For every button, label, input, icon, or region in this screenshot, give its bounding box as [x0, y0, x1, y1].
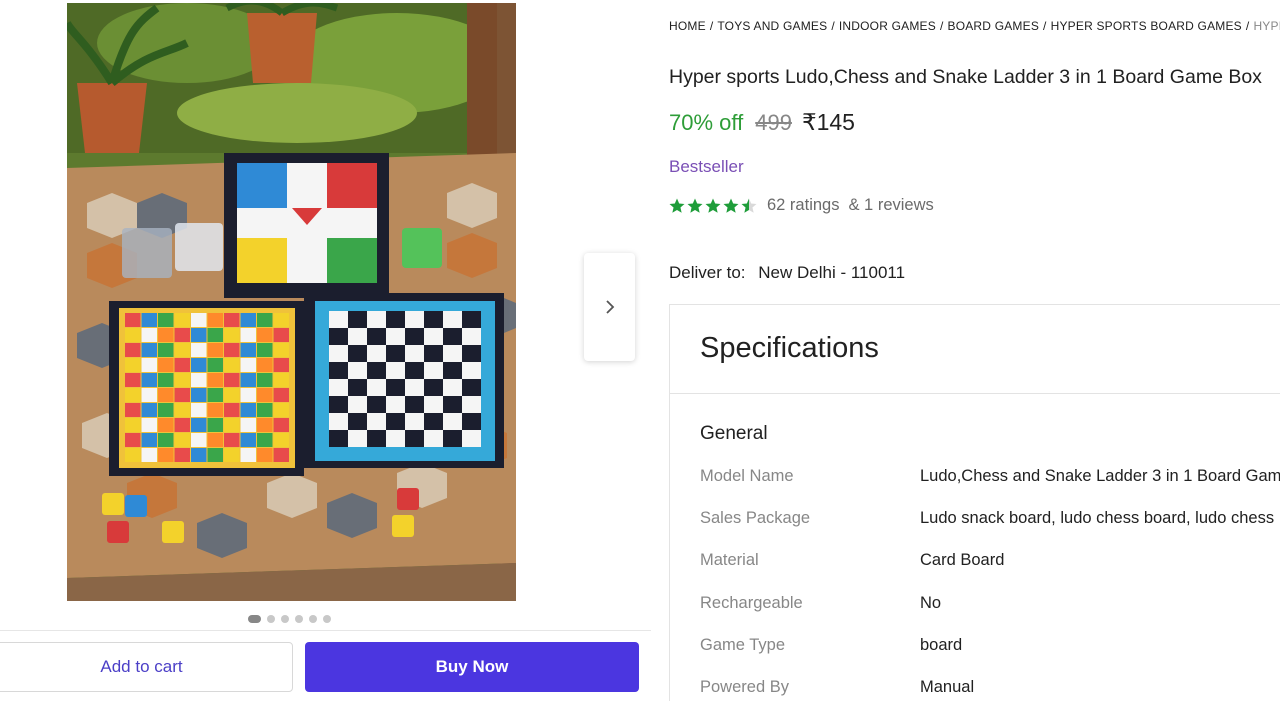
price-row: 70% off 499 ₹145 — [669, 109, 855, 136]
specifications-header: Specifications — [670, 305, 1280, 394]
spec-key: Rechargeable — [700, 594, 803, 612]
carousel-dot[interactable] — [323, 615, 331, 623]
spec-row: Powered By Manual — [700, 678, 1280, 701]
breadcrumb-item[interactable]: TOYS AND GAMES — [717, 19, 827, 33]
spec-value: Ludo snack board, ludo chess board, ludo… — [920, 509, 1275, 527]
selling-price: ₹145 — [801, 109, 855, 135]
star-icon — [705, 198, 721, 213]
specifications-title: Specifications — [700, 332, 879, 364]
carousel-dot[interactable] — [295, 615, 303, 623]
carousel-dot[interactable] — [248, 615, 261, 623]
spec-row: Model Name Ludo,Chess and Snake Ladder 3 … — [700, 467, 1280, 491]
star-icon — [687, 198, 703, 213]
rating-stars — [668, 197, 758, 215]
product-title: Hyper sports Ludo,Chess and Snake Ladder… — [669, 66, 1262, 88]
spec-row: Rechargeable No — [700, 594, 1280, 618]
discount-label: 70% off — [669, 110, 744, 135]
spec-value: No — [920, 594, 942, 612]
star-icon — [723, 198, 739, 213]
spec-value: board — [920, 636, 963, 654]
delivery-location[interactable]: Deliver to: New Delhi - 110011 — [669, 263, 905, 283]
reviews-count[interactable]: & 1 reviews — [848, 196, 933, 215]
spec-section-general: General — [700, 423, 768, 444]
breadcrumb-separator: / — [1043, 19, 1047, 33]
spec-value: Card Board — [920, 551, 1005, 569]
deliver-to-label: Deliver to: — [669, 263, 746, 282]
breadcrumb-separator: / — [709, 19, 714, 33]
ratings-count[interactable]: 62 ratings — [767, 196, 839, 215]
mrp-price: 499 — [755, 110, 792, 135]
spec-key: Game Type — [700, 636, 785, 654]
carousel-dots — [248, 615, 331, 623]
spec-key: Sales Package — [700, 509, 811, 527]
rating-row[interactable]: 62 ratings & 1 reviews — [668, 196, 934, 215]
breadcrumb-separator: / — [1245, 19, 1250, 33]
spec-key: Model Name — [700, 467, 794, 485]
breadcrumb-separator: / — [939, 19, 944, 33]
spec-value: Manual — [920, 678, 975, 696]
breadcrumb-separator: / — [831, 19, 835, 33]
carousel-dot[interactable] — [309, 615, 317, 623]
spec-row: Game Type board — [700, 636, 1280, 660]
spec-row: Sales Package Ludo snack board, ludo ches… — [700, 509, 1280, 533]
star-icon — [741, 198, 757, 213]
spec-key: Powered By — [700, 678, 789, 696]
product-image[interactable] — [67, 3, 516, 601]
product-photo — [67, 3, 516, 601]
spec-value: Ludo,Chess and Snake Ladder 3 in 1 Board… — [920, 467, 1280, 485]
breadcrumb: HOME / TOYS AND GAMES / INDOOR GAMES / BOARD G… — [669, 19, 1280, 33]
specifications-card: Specifications General Model Name Ludo,Ch… — [669, 304, 1280, 701]
chevron-right-icon — [605, 300, 614, 314]
spec-key: Material — [700, 551, 759, 569]
breadcrumb-item[interactable]: BOARD GAMES — [947, 19, 1039, 33]
spec-row: Material Card Board — [700, 551, 1280, 575]
breadcrumb-item[interactable]: HYPER — [1253, 19, 1280, 33]
breadcrumb-item[interactable]: HYPER SPORTS BOARD GAMES — [1051, 19, 1242, 33]
carousel-dot[interactable] — [281, 615, 289, 623]
breadcrumb-item[interactable]: HOME — [669, 19, 706, 33]
breadcrumb-item[interactable]: INDOOR GAMES — [839, 19, 936, 33]
star-icon — [669, 198, 685, 213]
carousel-dot[interactable] — [267, 615, 275, 623]
carousel-next-button[interactable] — [584, 253, 635, 361]
delivery-pincode[interactable]: New Delhi - 110011 — [758, 263, 905, 282]
bestseller-badge: Bestseller — [669, 157, 744, 176]
add-to-cart-button[interactable]: Add to cart — [0, 642, 293, 692]
action-bar: Add to cart Buy Now — [0, 630, 651, 701]
buy-now-button[interactable]: Buy Now — [305, 642, 639, 692]
